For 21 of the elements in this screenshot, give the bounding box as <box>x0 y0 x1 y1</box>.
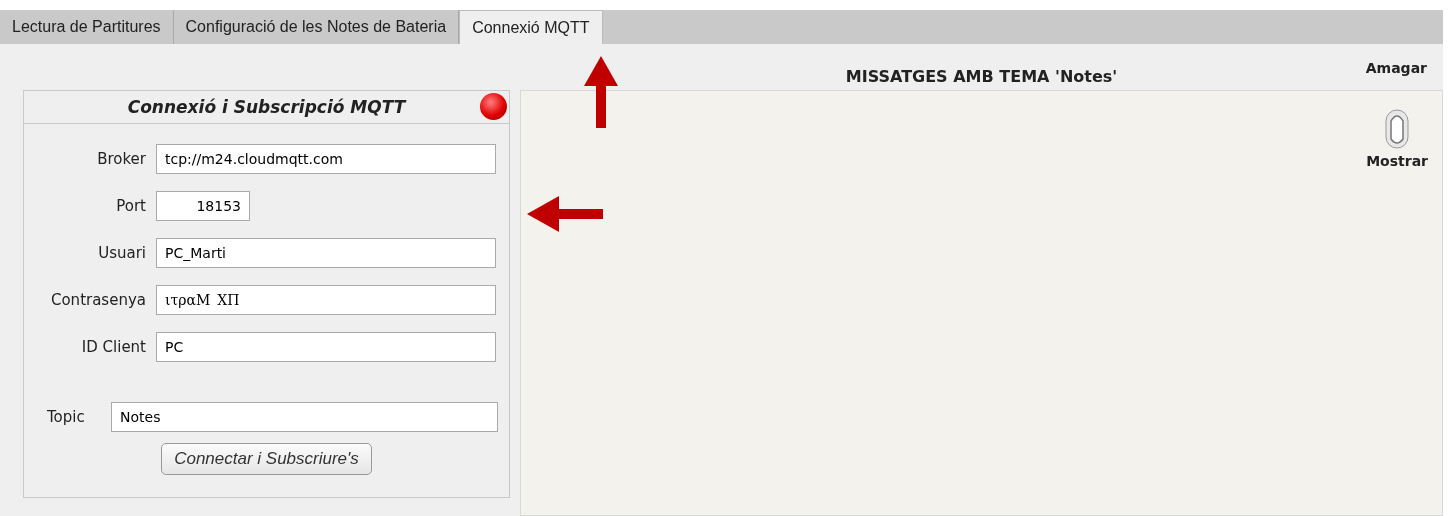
panel-title: MISSATGES AMB TEMA 'Notes' <box>845 67 1118 88</box>
input-field[interactable]: tcp://m24.cloudmqtt.com <box>156 144 496 174</box>
toggle-switch[interactable] <box>1385 109 1410 149</box>
input-field[interactable]: 18153 <box>156 191 250 221</box>
field-label: Topic <box>46 408 86 426</box>
field-label: Broker <box>96 150 147 168</box>
input-field[interactable]: PC <box>156 332 496 362</box>
field-label: Usuari <box>97 244 147 262</box>
tab[interactable]: Connexió MQTT <box>459 10 603 44</box>
field-label: Contrasenya <box>49 291 147 309</box>
input-field[interactable]: ιτραΜ_ΧΠ <box>156 285 496 315</box>
up-arrow-icon <box>584 56 618 128</box>
left-arrow-icon <box>527 196 603 232</box>
panel-title: Connexió i Subscripció MQTT <box>127 97 406 117</box>
toggle-label: Mostrar <box>1366 153 1428 169</box>
input-field[interactable]: PC_Marti <box>156 238 496 268</box>
connect-button[interactable]: Connectar i Subscriure's <box>161 443 372 475</box>
input-field[interactable]: Notes <box>111 402 498 432</box>
toggle-label: Amagar <box>1365 60 1427 76</box>
field-label: ID Client <box>80 338 147 356</box>
field-label: Port <box>115 197 147 215</box>
